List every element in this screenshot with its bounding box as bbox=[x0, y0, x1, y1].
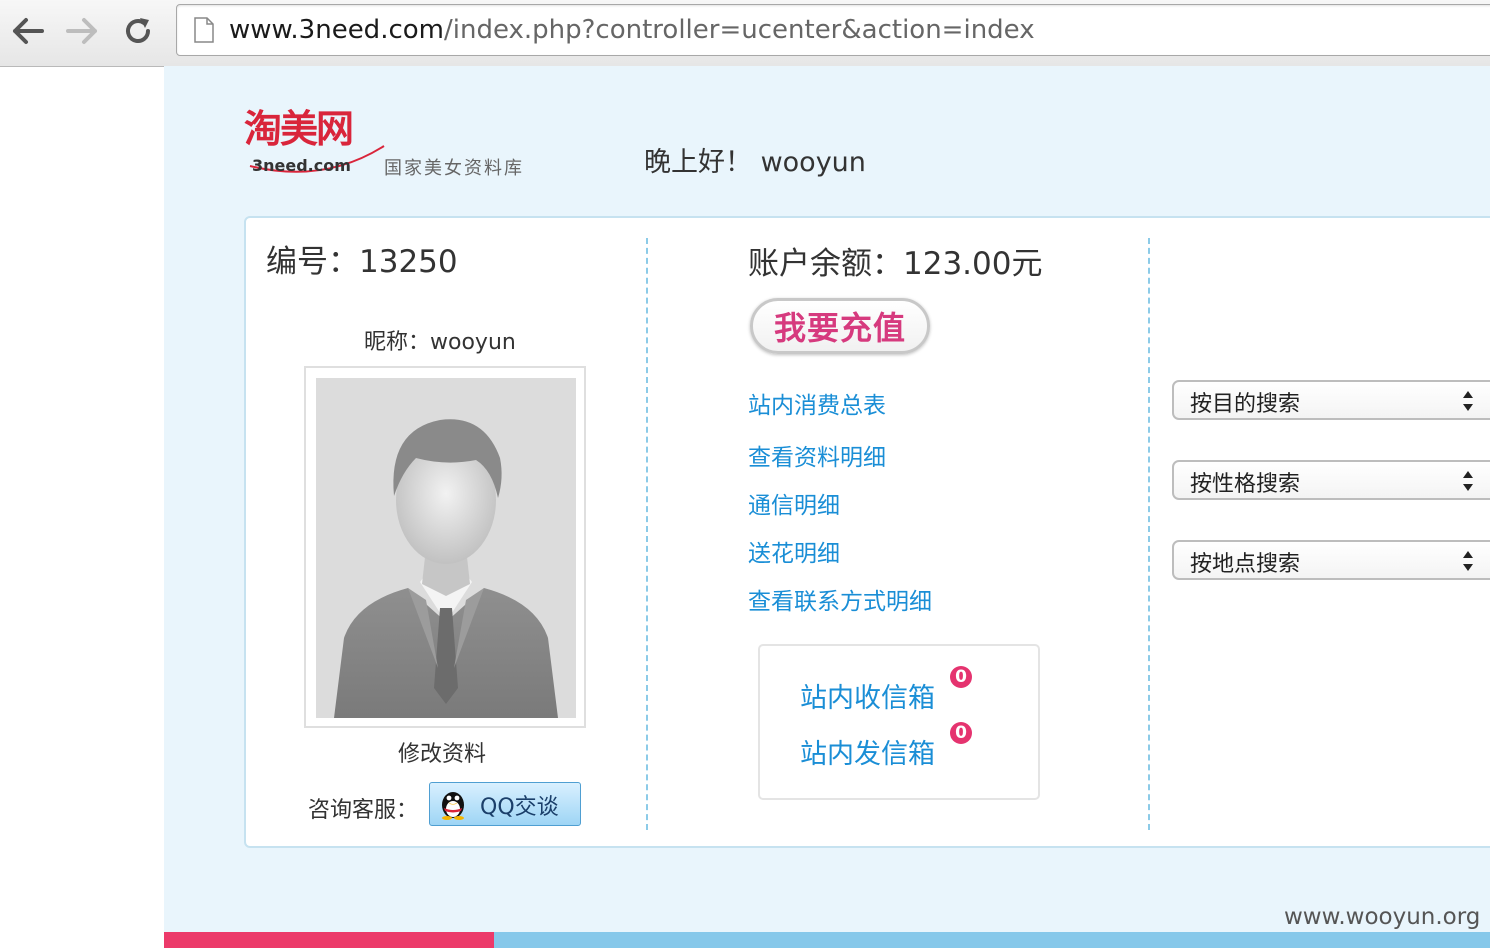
user-center-panel: 编号：13250 昵称：wooyun 修改资料 咨询客服： QQ交谈 账户余额：… bbox=[244, 216, 1490, 848]
column-divider bbox=[646, 238, 648, 830]
url-path: /index.php?controller=ucenter&action=ind… bbox=[443, 15, 1035, 45]
footer-bar-blue bbox=[494, 932, 1490, 948]
search-by-purpose-label: 按目的搜索 bbox=[1190, 392, 1301, 417]
qq-button-label: QQ交谈 bbox=[480, 795, 559, 820]
url-host: www.3need.com bbox=[229, 15, 444, 45]
watermark: www.wooyun.org bbox=[1284, 904, 1481, 930]
logo-tagline: 国家美女资料库 bbox=[384, 158, 524, 179]
avatar-frame bbox=[304, 366, 586, 728]
user-id-label: 编号： bbox=[266, 244, 359, 280]
search-by-personality-select[interactable]: 按性格搜索 bbox=[1172, 460, 1490, 500]
url-text: www.3need.com/index.php?controller=ucent… bbox=[229, 14, 1035, 46]
logo-domain: 3need.com bbox=[252, 156, 351, 175]
nickname-value: wooyun bbox=[430, 330, 516, 355]
reload-icon bbox=[126, 18, 150, 43]
contact-details-link[interactable]: 查看联系方式明细 bbox=[748, 582, 932, 616]
communication-details-link[interactable]: 通信明细 bbox=[748, 486, 840, 520]
flower-details-link[interactable]: 送花明细 bbox=[748, 534, 840, 568]
forward-arrow-icon bbox=[66, 18, 97, 44]
browser-toolbar: www.3need.com/index.php?controller=ucent… bbox=[0, 0, 1490, 67]
back-arrow-icon bbox=[13, 18, 44, 44]
select-arrows-icon bbox=[1463, 391, 1473, 411]
nickname: 昵称：wooyun bbox=[364, 324, 516, 356]
page-content: 淘美网 3need.com 国家美女资料库 晚上好！ wooyun 编号：132… bbox=[164, 66, 1490, 948]
greeting: 晚上好！ wooyun bbox=[644, 147, 866, 178]
consumption-summary-link[interactable]: 站内消费总表 bbox=[748, 386, 886, 420]
search-by-location-label: 按地点搜索 bbox=[1190, 552, 1301, 577]
mailbox-panel: 站内收信箱 0 站内发信箱 0 bbox=[758, 644, 1040, 800]
support-label: 咨询客服： bbox=[308, 798, 419, 823]
page-icon bbox=[194, 17, 214, 43]
back-button[interactable] bbox=[8, 12, 48, 50]
edit-profile-link[interactable]: 修改资料 bbox=[398, 736, 486, 768]
outbox-count-badge: 0 bbox=[950, 722, 972, 744]
address-bar[interactable]: www.3need.com/index.php?controller=ucent… bbox=[176, 4, 1490, 56]
balance-value: 123.00元 bbox=[903, 246, 1043, 282]
select-arrows-icon bbox=[1463, 471, 1473, 491]
reload-button[interactable] bbox=[118, 12, 158, 50]
qq-penguin-icon bbox=[442, 792, 464, 820]
profile-details-link[interactable]: 查看资料明细 bbox=[748, 438, 886, 472]
user-id-value: 13250 bbox=[359, 244, 458, 280]
nickname-label: 昵称： bbox=[364, 330, 431, 355]
search-by-purpose-select[interactable]: 按目的搜索 bbox=[1172, 380, 1490, 420]
footer-bar-pink bbox=[164, 932, 494, 948]
search-by-personality-label: 按性格搜索 bbox=[1190, 472, 1301, 497]
default-avatar-icon bbox=[316, 378, 576, 718]
search-by-location-select[interactable]: 按地点搜索 bbox=[1172, 540, 1490, 580]
column-divider bbox=[1148, 238, 1150, 830]
site-logo[interactable]: 淘美网 3need.com 国家美女资料库 bbox=[244, 106, 544, 186]
inbox-count-badge: 0 bbox=[950, 666, 972, 688]
user-id: 编号：13250 bbox=[266, 236, 458, 281]
qq-chat-button[interactable]: QQ交谈 bbox=[429, 782, 581, 826]
inbox-link[interactable]: 站内收信箱 bbox=[800, 676, 935, 715]
avatar[interactable] bbox=[316, 378, 576, 718]
balance-label: 账户余额： bbox=[748, 246, 903, 282]
account-balance: 账户余额：123.00元 bbox=[748, 238, 1042, 283]
outbox-link[interactable]: 站内发信箱 bbox=[800, 732, 935, 771]
forward-button[interactable] bbox=[62, 12, 102, 50]
select-arrows-icon bbox=[1463, 551, 1473, 571]
recharge-button[interactable]: 我要充值 bbox=[750, 298, 930, 354]
